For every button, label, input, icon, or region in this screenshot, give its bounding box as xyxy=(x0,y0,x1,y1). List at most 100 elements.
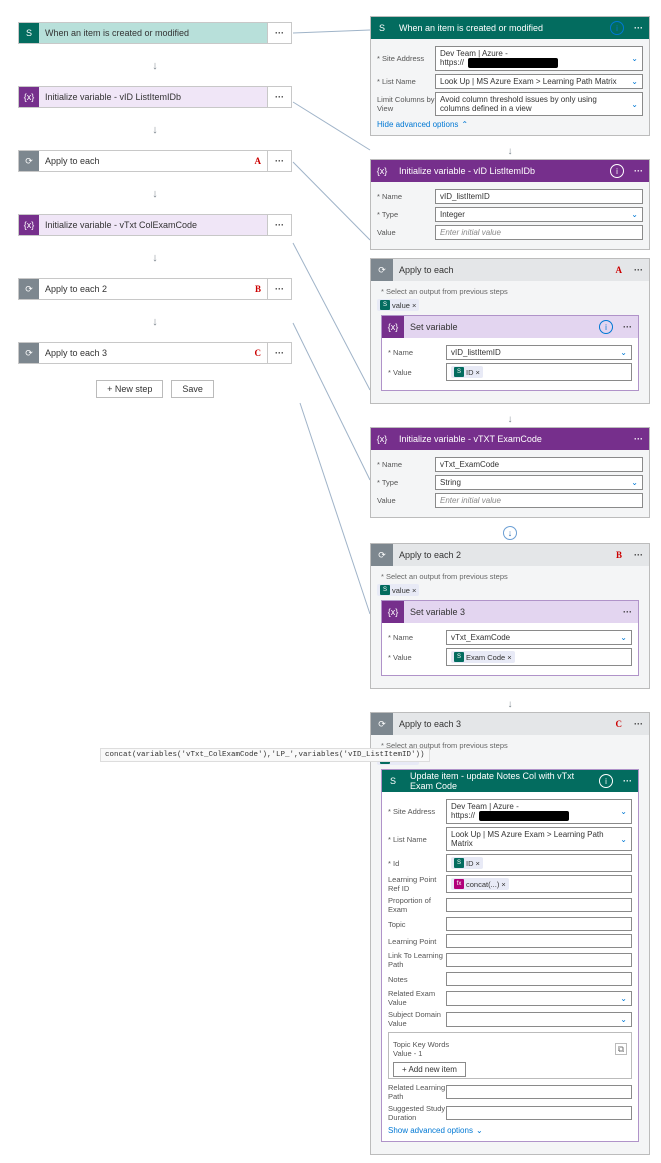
site-address-select[interactable]: Dev Team | Azure -https:// xyxy=(446,799,632,824)
field-input[interactable] xyxy=(446,1106,632,1120)
info-icon[interactable]: i xyxy=(610,21,624,35)
more-icon[interactable]: ··· xyxy=(617,322,638,332)
set-var-name[interactable]: vID_listItemID xyxy=(446,345,632,360)
sharepoint-icon: S xyxy=(382,770,404,792)
arrow-down-icon xyxy=(18,110,292,150)
field-select[interactable] xyxy=(446,1012,632,1027)
remove-token-icon: × xyxy=(412,301,416,310)
list-name-select[interactable]: Look Up | MS Azure Exam > Learning Path … xyxy=(446,827,632,851)
limit-columns-select[interactable]: Avoid column threshold issues by only us… xyxy=(435,92,643,116)
loop-icon: ⟳ xyxy=(371,259,393,281)
arrow-down-icon xyxy=(370,697,650,712)
var-type-select[interactable]: Integer xyxy=(435,207,643,222)
trigger-card: SWhen an item is created or modifiedi···… xyxy=(370,16,650,136)
value-token[interactable]: Svalue× xyxy=(377,584,419,596)
loop-output-input[interactable]: Svalue× xyxy=(377,298,643,311)
init-var-1[interactable]: {x}Initialize variable - vID ListItemIDb xyxy=(18,86,268,108)
more-icon[interactable]: ··· xyxy=(628,23,649,33)
sharepoint-icon: S xyxy=(19,23,39,43)
field-input[interactable] xyxy=(446,953,632,967)
variable-icon: {x} xyxy=(371,160,393,182)
list-name-select[interactable]: Look Up | MS Azure Exam > Learning Path … xyxy=(435,74,643,89)
redacted-text xyxy=(479,811,569,821)
field-input[interactable] xyxy=(446,1085,632,1099)
more-icon[interactable]: ··· xyxy=(617,776,638,786)
loop-icon: ⟳ xyxy=(371,713,393,735)
info-icon[interactable]: i xyxy=(599,320,613,334)
more-icon[interactable]: ··· xyxy=(628,166,649,176)
variable-icon: {x} xyxy=(382,601,404,623)
concat-token[interactable]: fxconcat(...)× xyxy=(451,878,509,890)
more-icon[interactable]: ··· xyxy=(628,550,649,560)
init-var2-card: {x}Initialize variable - vTXT ExamCode··… xyxy=(370,427,650,518)
id-token[interactable]: SID× xyxy=(451,366,483,378)
arrow-down-icon xyxy=(370,412,650,427)
loop-icon: ⟳ xyxy=(19,343,39,363)
field-input[interactable] xyxy=(446,898,632,912)
examcode-token[interactable]: SExam Code× xyxy=(451,651,515,663)
more-icon[interactable]: ··· xyxy=(268,214,292,236)
redacted-text xyxy=(468,58,558,68)
loop-icon: ⟳ xyxy=(371,544,393,566)
more-icon[interactable]: ··· xyxy=(628,265,649,275)
arrow-down-icon xyxy=(18,46,292,86)
save-button[interactable]: Save xyxy=(171,380,214,398)
more-icon[interactable]: ··· xyxy=(268,278,292,300)
set-var-value[interactable]: SExam Code× xyxy=(446,648,632,666)
var-name-input[interactable]: vID_listItemID xyxy=(435,189,643,204)
field-input[interactable] xyxy=(446,972,632,986)
apply1-card: ⟳Apply to eachA··· * Select an output fr… xyxy=(370,258,650,404)
hide-advanced-link[interactable]: Hide advanced options ⌃ xyxy=(377,120,468,129)
field-select[interactable] xyxy=(446,991,632,1006)
variable-icon: {x} xyxy=(19,215,39,235)
variable-icon: {x} xyxy=(19,87,39,107)
info-icon[interactable]: i xyxy=(599,774,613,788)
add-item-button[interactable]: + Add new item xyxy=(393,1062,466,1077)
var-value-input[interactable]: Enter initial value xyxy=(435,225,643,240)
more-icon[interactable]: ··· xyxy=(268,342,292,364)
more-icon[interactable]: ··· xyxy=(268,86,292,108)
id-token[interactable]: SID× xyxy=(451,857,483,869)
more-icon[interactable]: ··· xyxy=(628,719,649,729)
show-advanced-link[interactable]: Show advanced options ⌄ xyxy=(388,1126,483,1135)
loop-output-input[interactable]: Svalue× xyxy=(377,583,643,596)
field-input[interactable] xyxy=(446,917,632,931)
trigger-step[interactable]: SWhen an item is created or modified xyxy=(18,22,268,44)
set-var-name[interactable]: vTxt_ExamCode xyxy=(446,630,632,645)
collapse-icon[interactable]: ⧉ xyxy=(615,1043,627,1055)
var-value-input[interactable]: Enter initial value xyxy=(435,493,643,508)
loop-icon: ⟳ xyxy=(19,151,39,171)
arrow-down-icon xyxy=(18,238,292,278)
value-token[interactable]: Svalue× xyxy=(377,299,419,311)
arrow-down-icon xyxy=(370,144,650,159)
field-input[interactable] xyxy=(446,934,632,948)
insert-step-icon[interactable]: ↓ xyxy=(503,526,517,540)
apply-each-3[interactable]: ⟳Apply to each 3C xyxy=(18,342,268,364)
loop-icon: ⟳ xyxy=(19,279,39,299)
site-address-select[interactable]: Dev Team | Azure -https:// xyxy=(435,46,643,71)
init-var-2[interactable]: {x}Initialize variable - vTxt ColExamCod… xyxy=(18,214,268,236)
id-input[interactable]: SID× xyxy=(446,854,632,872)
lp-ref-input[interactable]: fxconcat(...)× xyxy=(446,875,632,893)
new-step-button[interactable]: + New step xyxy=(96,380,163,398)
arrow-down-icon xyxy=(18,174,292,214)
variable-icon: {x} xyxy=(382,316,404,338)
more-icon[interactable]: ··· xyxy=(268,150,292,172)
apply-each-1[interactable]: ⟳Apply to eachA xyxy=(18,150,268,172)
set-var-value[interactable]: SID× xyxy=(446,363,632,381)
arrow-down-icon xyxy=(18,302,292,342)
apply3-card: ⟳Apply to each 3C··· * Select an output … xyxy=(370,712,650,1155)
var-type-select[interactable]: String xyxy=(435,475,643,490)
more-icon[interactable]: ··· xyxy=(268,22,292,44)
var-name-input[interactable]: vTxt_ExamCode xyxy=(435,457,643,472)
info-icon[interactable]: i xyxy=(610,164,624,178)
init-var1-card: {x}Initialize variable - vID ListItemIDb… xyxy=(370,159,650,250)
apply-each-2[interactable]: ⟳Apply to each 2B xyxy=(18,278,268,300)
variable-icon: {x} xyxy=(371,428,393,450)
sharepoint-icon: S xyxy=(371,17,393,39)
apply2-card: ⟳Apply to each 2B··· * Select an output … xyxy=(370,543,650,689)
concat-expression: concat(variables('vTxt_ColExamCode'),'LP… xyxy=(100,748,430,762)
more-icon[interactable]: ··· xyxy=(617,607,638,617)
more-icon[interactable]: ··· xyxy=(628,434,649,444)
chevron-down-icon: ⌄ xyxy=(476,1126,483,1135)
